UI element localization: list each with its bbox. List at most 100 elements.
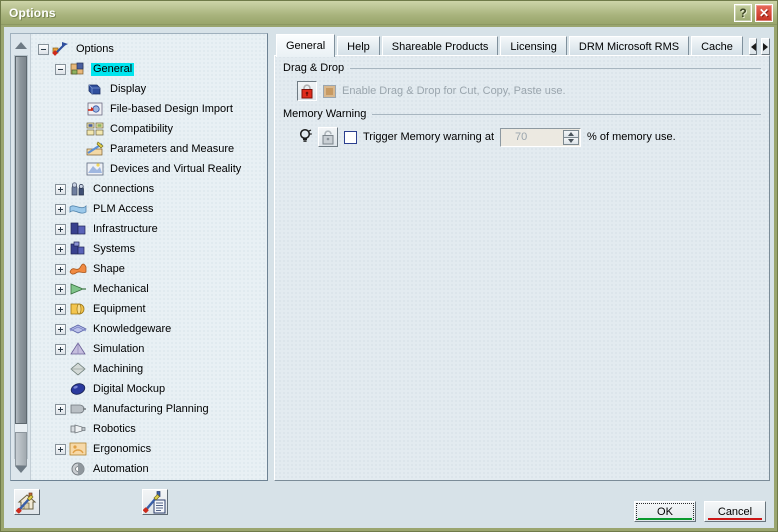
expand-icon[interactable] (55, 243, 66, 255)
scrollbar-track[interactable] (14, 55, 28, 466)
parameters-icon (86, 141, 104, 157)
group-header: Memory Warning (283, 108, 761, 120)
document-settings-button[interactable] (142, 489, 168, 515)
machining-icon (69, 361, 87, 377)
collapse-icon[interactable] (55, 63, 66, 75)
tree-leaf-marker (55, 464, 66, 475)
tree-item-infrastructure[interactable]: Infrastructure (32, 219, 267, 239)
tab-licensing[interactable]: Licensing (500, 36, 567, 56)
tree-item-label: Connections (93, 182, 155, 195)
tree-item-systems[interactable]: Systems (32, 239, 267, 259)
expand-icon[interactable] (55, 443, 66, 455)
home-settings-button[interactable] (14, 489, 40, 515)
infrastructure-icon (69, 221, 87, 237)
scroll-down-icon[interactable] (13, 461, 29, 477)
row-enable-drag-drop: Enable Drag & Drop for Cut, Copy, Paste … (297, 80, 761, 102)
expand-icon[interactable] (55, 203, 66, 215)
tab-help[interactable]: Help (337, 36, 380, 56)
tab-general[interactable]: General (276, 34, 336, 57)
file-import-icon (86, 101, 104, 117)
tree-item-robotics[interactable]: Robotics (32, 419, 267, 439)
tab-shareable-products[interactable]: Shareable Products (381, 36, 499, 56)
scroll-right-icon[interactable] (761, 38, 770, 55)
help-button[interactable]: ? (734, 4, 752, 22)
tree-item-label: Automation (93, 462, 149, 475)
tree-item-manufacturing-planning[interactable]: Manufacturing Planning (32, 399, 267, 419)
memory-threshold-spinner[interactable]: 70 (500, 127, 582, 147)
cancel-button-label: Cancel (717, 505, 753, 518)
enable-drag-drop-checkbox[interactable] (323, 84, 336, 98)
trigger-memory-warning-label: Trigger Memory warning at (363, 131, 495, 143)
group-body-drag-drop: Enable Drag & Drop for Cut, Copy, Paste … (283, 74, 761, 104)
tree-item-label: Infrastructure (93, 222, 158, 235)
tree-item-knowledgeware[interactable]: Knowledgeware (32, 319, 267, 339)
options-tree: Options General Display File-based Design I… (32, 36, 267, 480)
tree-leaf-marker (72, 124, 83, 135)
tree-item-display[interactable]: Display (32, 79, 267, 99)
mechanical-icon (69, 281, 87, 297)
group-divider (372, 113, 761, 115)
tree-item-label: Ergonomics (93, 442, 152, 455)
digital-mockup-icon (69, 381, 87, 397)
tab-label: Shareable Products (391, 40, 489, 53)
tree-item-devices-and-virtual-reality[interactable]: Devices and Virtual Reality (32, 159, 267, 179)
expand-icon[interactable] (55, 283, 66, 295)
collapse-icon[interactable] (38, 43, 49, 55)
tree-item-label: Systems (93, 242, 136, 255)
expand-icon[interactable] (55, 183, 66, 195)
tree-scrollbar[interactable] (11, 34, 31, 480)
tab-drm-microsoft-rms[interactable]: DRM Microsoft RMS (568, 36, 690, 56)
tree-item-connections[interactable]: Connections (32, 179, 267, 199)
scrollbar-thumb[interactable] (15, 56, 27, 424)
tab-label: Cache (701, 40, 733, 53)
tree-item-general[interactable]: General (32, 59, 267, 79)
robotics-icon (69, 421, 87, 437)
tree-item-options[interactable]: Options (32, 39, 267, 59)
spinner-decrement-button[interactable] (563, 137, 580, 145)
locked-padlock-icon (301, 83, 313, 98)
tree-item-label: Simulation (93, 342, 145, 355)
window-controls: ? ✕ (734, 4, 773, 22)
systems-icon (69, 241, 87, 257)
row-memory-warning: Trigger Memory warning at 70 % of memory… (297, 126, 761, 148)
memory-warning-lock-button[interactable] (318, 127, 338, 147)
tree-item-shape[interactable]: Shape (32, 259, 267, 279)
tab-label: Help (347, 40, 370, 53)
group-title-drag-drop: Drag & Drop (283, 62, 345, 74)
close-button[interactable]: ✕ (755, 4, 773, 22)
tree-item-mechanical[interactable]: Mechanical (32, 279, 267, 299)
tab-cache[interactable]: Cache (691, 36, 743, 56)
memory-use-suffix-label: % of memory use. (587, 131, 676, 143)
expand-icon[interactable] (55, 323, 66, 335)
drag-drop-lock-button[interactable] (297, 81, 317, 101)
tree-item-compatibility[interactable]: Compatibility (32, 119, 267, 139)
tree-item-automation[interactable]: Automation (32, 459, 267, 479)
automation-icon (69, 461, 87, 477)
tree-item-parameters-and-measure[interactable]: Parameters and Measure (32, 139, 267, 159)
tree-item-machining[interactable]: Machining (32, 359, 267, 379)
scroll-up-icon[interactable] (13, 37, 29, 53)
tree-item-digital-mockup[interactable]: Digital Mockup (32, 379, 267, 399)
tree-leaf-marker (72, 164, 83, 175)
dialog-footer: OK Cancel (634, 501, 766, 522)
tree-item-equipment[interactable]: Equipment (32, 299, 267, 319)
group-header: Drag & Drop (283, 62, 761, 74)
trigger-memory-warning-checkbox[interactable] (344, 130, 357, 144)
expand-icon[interactable] (55, 403, 66, 415)
expand-icon[interactable] (55, 263, 66, 275)
group-title-memory-warning: Memory Warning (283, 108, 367, 120)
cancel-button[interactable]: Cancel (704, 501, 766, 522)
spinner-increment-button[interactable] (563, 129, 580, 137)
tree-item-file-based-design-import[interactable]: File-based Design Import (32, 99, 267, 119)
expand-icon[interactable] (55, 223, 66, 235)
tree-item-ergonomics[interactable]: Ergonomics (32, 439, 267, 459)
ok-button[interactable]: OK (634, 501, 696, 522)
expand-icon[interactable] (55, 343, 66, 355)
group-divider (350, 67, 761, 69)
tree-leaf-marker (72, 144, 83, 155)
tree-item-plm-access[interactable]: PLM Access (32, 199, 267, 219)
tree-item-simulation[interactable]: Simulation (32, 339, 267, 359)
expand-icon[interactable] (55, 303, 66, 315)
scroll-left-icon[interactable] (748, 38, 758, 55)
memory-threshold-value[interactable]: 70 (501, 129, 563, 146)
